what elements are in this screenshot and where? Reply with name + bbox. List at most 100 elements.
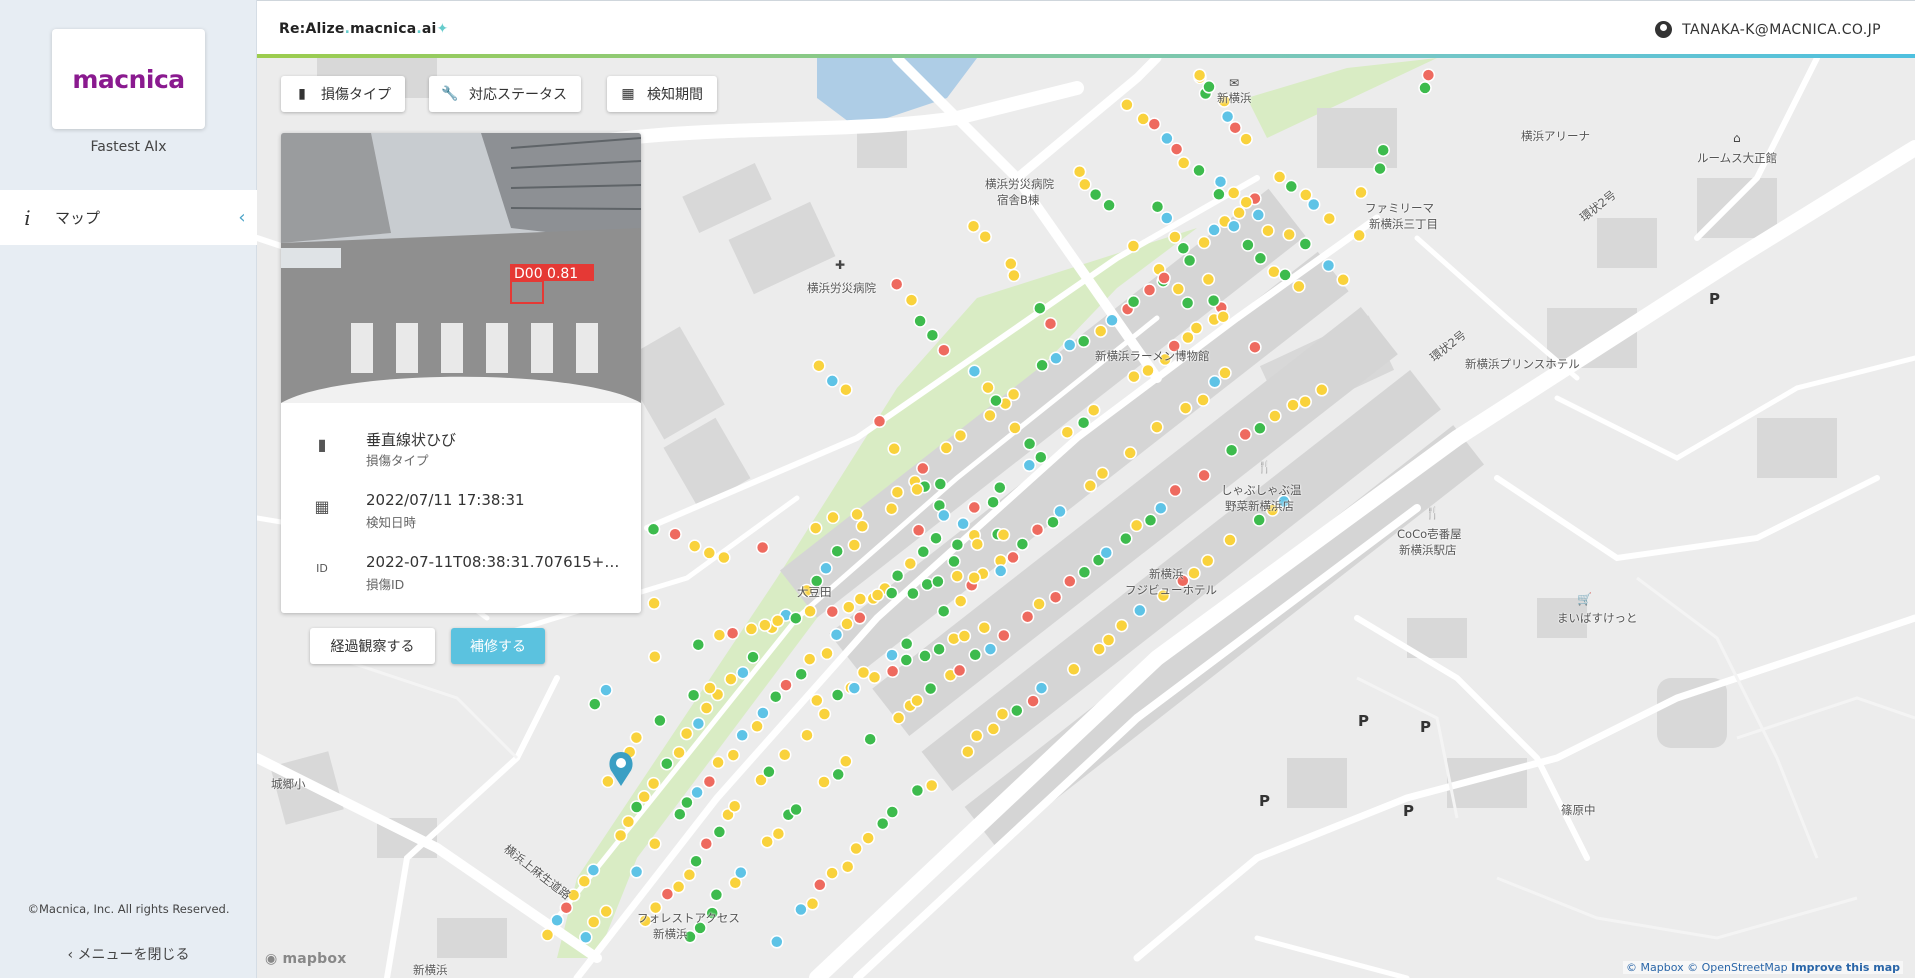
damage-marker[interactable] (932, 642, 946, 656)
damage-marker[interactable] (1182, 253, 1197, 268)
damage-marker[interactable] (997, 628, 1011, 643)
damage-marker[interactable] (1228, 120, 1242, 135)
damage-marker[interactable] (629, 730, 644, 745)
damage-marker[interactable] (660, 756, 674, 771)
damage-marker[interactable] (1049, 351, 1063, 366)
damage-marker[interactable] (957, 629, 972, 643)
damage-marker[interactable] (820, 646, 834, 661)
damage-marker[interactable] (682, 868, 697, 882)
damage-marker[interactable] (831, 767, 845, 782)
damage-marker[interactable] (995, 707, 1010, 721)
damage-marker[interactable] (1092, 642, 1106, 656)
damage-marker[interactable] (986, 722, 1001, 736)
damage-marker[interactable] (1078, 177, 1092, 192)
damage-marker[interactable] (690, 785, 704, 800)
damage-marker[interactable] (993, 480, 1007, 495)
damage-marker[interactable] (1101, 633, 1116, 647)
damage-marker[interactable] (629, 800, 644, 814)
damage-marker[interactable] (1261, 223, 1275, 238)
damage-marker[interactable] (910, 693, 924, 708)
damage-marker[interactable] (691, 637, 706, 652)
damage-marker[interactable] (1157, 271, 1171, 285)
damage-marker[interactable] (660, 887, 675, 901)
damage-marker[interactable] (953, 428, 968, 443)
damage-marker[interactable] (1143, 513, 1158, 528)
damage-marker[interactable] (794, 667, 808, 681)
damage-marker[interactable] (803, 604, 817, 619)
user-menu[interactable]: TANAKA-K@MACNICA.CO.JP (1655, 21, 1881, 38)
damage-marker[interactable] (1020, 609, 1035, 624)
damage-marker[interactable] (885, 648, 899, 662)
damage-marker[interactable] (1102, 198, 1116, 213)
damage-marker[interactable] (847, 538, 862, 552)
damage-marker[interactable] (899, 637, 914, 651)
damage-marker[interactable] (1093, 324, 1108, 338)
damage-marker[interactable] (1060, 425, 1075, 439)
attribution-mapbox-link[interactable]: © Mapbox (1626, 961, 1684, 974)
damage-marker[interactable] (689, 854, 703, 868)
damage-marker[interactable] (1216, 309, 1230, 324)
app-title[interactable]: Re:Alize.macnica.ai✦ (279, 21, 448, 37)
damage-marker[interactable] (916, 545, 931, 559)
damage-marker[interactable] (805, 897, 820, 911)
damage-marker[interactable] (1067, 662, 1081, 677)
damage-marker[interactable] (839, 754, 853, 769)
damage-marker[interactable] (794, 902, 808, 917)
damage-marker[interactable] (1207, 223, 1221, 237)
damage-marker[interactable] (629, 865, 644, 879)
damage-marker[interactable] (1176, 156, 1191, 170)
damage-marker[interactable] (966, 219, 981, 233)
damage-marker[interactable] (789, 611, 803, 625)
damage-marker[interactable] (1171, 282, 1186, 296)
damage-marker[interactable] (1321, 258, 1336, 273)
damage-marker[interactable] (1004, 257, 1018, 271)
damage-marker[interactable] (1207, 375, 1222, 389)
damage-marker[interactable] (1202, 80, 1216, 94)
damage-marker[interactable] (712, 825, 727, 839)
damage-marker[interactable] (916, 461, 930, 476)
damage-marker[interactable] (699, 701, 714, 715)
damage-marker[interactable] (1336, 273, 1350, 287)
damage-marker[interactable] (906, 586, 920, 601)
repair-button[interactable]: 補修する (451, 628, 545, 664)
damage-marker[interactable] (1010, 703, 1024, 718)
damage-marker[interactable] (967, 570, 981, 585)
damage-marker[interactable] (559, 900, 574, 915)
damage-marker[interactable] (711, 755, 725, 770)
damage-marker[interactable] (1022, 437, 1037, 451)
damage-marker[interactable] (1022, 458, 1037, 473)
damage-marker[interactable] (842, 600, 856, 614)
damage-marker[interactable] (923, 681, 938, 696)
damage-marker[interactable] (1354, 185, 1368, 200)
damage-marker[interactable] (1006, 387, 1021, 402)
damage-marker[interactable] (817, 707, 832, 721)
damage-marker[interactable] (936, 604, 951, 618)
damage-marker[interactable] (961, 744, 975, 759)
damage-marker[interactable] (735, 728, 749, 743)
damage-marker[interactable] (950, 537, 965, 552)
damage-marker[interactable] (925, 328, 940, 342)
damage-marker[interactable] (756, 706, 770, 720)
damage-marker[interactable] (1076, 334, 1091, 349)
damage-marker[interactable] (1224, 443, 1239, 457)
damage-marker[interactable] (1033, 301, 1047, 315)
damage-marker[interactable] (970, 537, 985, 551)
damage-marker[interactable] (872, 414, 887, 429)
damage-marker[interactable] (1227, 219, 1241, 233)
damage-marker[interactable] (770, 935, 784, 949)
damage-marker[interactable] (1105, 313, 1119, 328)
damage-marker[interactable] (771, 826, 786, 841)
damage-marker[interactable] (918, 649, 932, 663)
damage-marker[interactable] (577, 874, 592, 889)
damage-marker[interactable] (736, 665, 750, 680)
damage-marker[interactable] (1043, 316, 1058, 331)
damage-marker[interactable] (800, 728, 814, 742)
damage-marker[interactable] (1268, 409, 1282, 423)
damage-marker[interactable] (986, 495, 1000, 509)
damage-marker[interactable] (1127, 369, 1141, 384)
damage-marker[interactable] (1123, 446, 1137, 460)
damage-marker[interactable] (826, 510, 840, 525)
damage-marker[interactable] (1292, 279, 1306, 294)
damage-marker[interactable] (924, 778, 939, 793)
damage-marker[interactable] (1253, 251, 1268, 266)
